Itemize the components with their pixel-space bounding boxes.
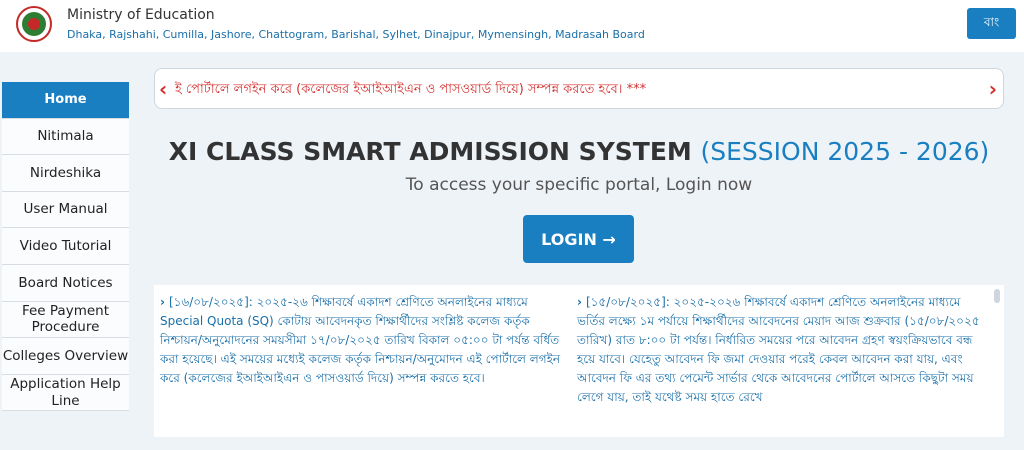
chevron-right-icon: › bbox=[160, 295, 165, 309]
chevron-right-icon: › bbox=[577, 295, 582, 309]
ministry-title: Ministry of Education bbox=[67, 7, 215, 23]
sidebar-nav: Home Nitimala Nirdeshika User Manual Vid… bbox=[2, 82, 129, 412]
session-label: (SESSION 2025 - 2026) bbox=[700, 137, 990, 166]
sidebar-item-user-manual[interactable]: User Manual bbox=[2, 191, 129, 229]
notice-item[interactable]: › [১৫/০৮/২০২৫]: ২০২৫-২০২৬ শিক্ষাবর্ষে একা… bbox=[577, 293, 987, 407]
page-title: XI CLASS SMART ADMISSION SYSTEM (SESSION… bbox=[154, 137, 1004, 166]
marquee-notice-bar: ‹ ই পোর্টালে লগইন করে (কলেজের ইআইআইএন ও … bbox=[154, 68, 1004, 109]
government-logo bbox=[16, 6, 52, 42]
notices-scrollbar[interactable] bbox=[994, 289, 1000, 303]
notice-text: [১৬/০৮/২০২৫]: ২০২৫-২৬ শিক্ষাবর্ষে একাদশ … bbox=[160, 295, 560, 385]
notices-panel: › [১৬/০৮/২০২৫]: ২০২৫-২৬ শিক্ষাবর্ষে একাদশ… bbox=[154, 285, 1004, 437]
login-button[interactable]: LOGIN → bbox=[523, 215, 634, 263]
chevron-left-icon[interactable]: ‹ bbox=[159, 77, 167, 101]
sidebar-item-help-line[interactable]: Application Help Line bbox=[2, 374, 129, 412]
language-toggle-button[interactable]: বাং bbox=[967, 8, 1016, 39]
site-header: Ministry of Education Dhaka, Rajshahi, C… bbox=[0, 0, 1024, 52]
sidebar-item-nirdeshika[interactable]: Nirdeshika bbox=[2, 155, 129, 192]
sidebar-item-board-notices[interactable]: Board Notices bbox=[2, 264, 129, 302]
sidebar-item-fee-payment[interactable]: Fee Payment Procedure bbox=[2, 301, 129, 339]
chevron-right-icon[interactable]: › bbox=[989, 77, 997, 101]
sidebar-item-video-tutorial[interactable]: Video Tutorial bbox=[2, 228, 129, 265]
sidebar-item-colleges-overview[interactable]: Colleges Overview bbox=[2, 338, 129, 375]
login-prompt: To access your specific portal, Login no… bbox=[405, 175, 753, 195]
boards-list: Dhaka, Rajshahi, Cumilla, Jashore, Chatt… bbox=[67, 28, 645, 41]
sidebar-item-nitimala[interactable]: Nitimala bbox=[2, 118, 129, 156]
notice-item[interactable]: › [১৬/০৮/২০২৫]: ২০২৫-২৬ শিক্ষাবর্ষে একাদশ… bbox=[160, 293, 570, 388]
marquee-text: ই পোর্টালে লগইন করে (কলেজের ইআইআইএন ও পা… bbox=[175, 82, 647, 97]
notice-text: [১৫/০৮/২০২৫]: ২০২৫-২০২৬ শিক্ষাবর্ষে একাদ… bbox=[577, 295, 980, 404]
page-title-text: XI CLASS SMART ADMISSION SYSTEM bbox=[168, 137, 692, 166]
sidebar-item-home[interactable]: Home bbox=[2, 82, 129, 119]
